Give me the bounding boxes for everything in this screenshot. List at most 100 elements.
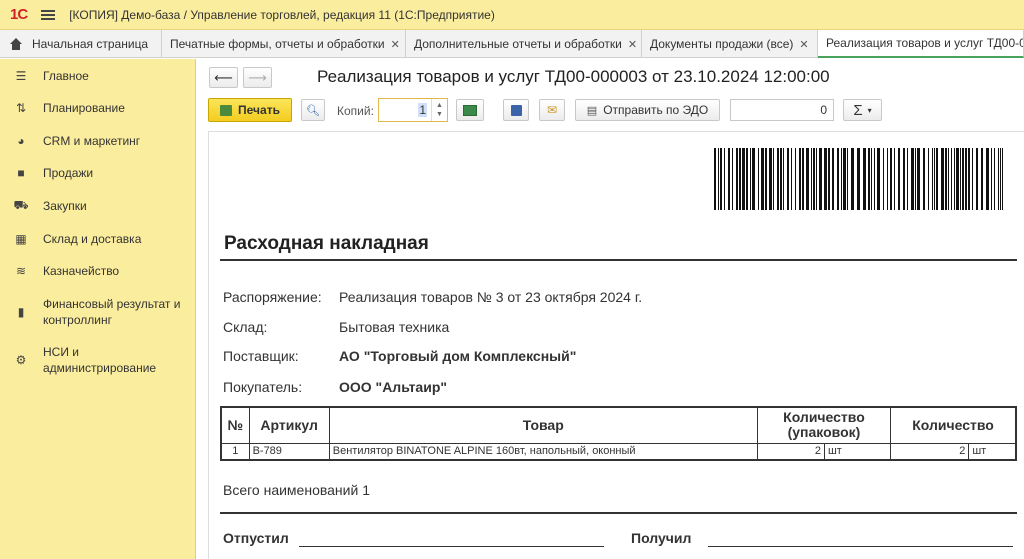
main-menu-icon[interactable] [41,9,56,20]
floppy-icon [510,104,522,116]
edit-button[interactable] [456,99,484,121]
sidebar-item-crm[interactable]: ◕ CRM и маркетинг [0,133,196,149]
cell-product: Вентилятор BINATONE ALPINE 160вт, наполь… [328,442,758,461]
cell-qty-packs: 2 [756,442,825,461]
barcode-bar [936,148,938,210]
sidebar-item-label: Закупки [43,199,87,213]
barcode-bar [863,148,866,210]
barcode-bar [911,148,914,210]
sidebar: ☰ Главное ⇅ Планирование ◕ CRM и маркети… [0,59,196,559]
barcode-bar [806,148,809,210]
sidebar-item-financial[interactable]: ▮ Финансовый результат и контроллинг [0,296,196,328]
sidebar-item-sales[interactable]: ■ Продажи [0,165,196,181]
magnifier-icon: 🔍︎ [306,104,320,117]
save-button[interactable] [503,99,529,121]
barcode-bar [934,148,935,210]
barcode-bar [813,148,815,210]
tab-print-forms[interactable]: Печатные формы, отчеты и обработки ✕ [162,30,406,58]
barcode-bar [718,148,719,210]
barcode-bar [761,148,764,210]
tab-label: Печатные формы, отчеты и обработки [170,37,385,51]
barcode-bar [894,148,895,210]
send-edo-button[interactable]: ▤ Отправить по ЭДО [575,99,720,121]
cell-article: B-789 [248,442,330,461]
barcode-bar [890,148,892,210]
sidebar-item-treasury[interactable]: ≋ Казначейство [0,263,196,279]
barcode-bar [843,148,846,210]
shopping-bag-icon: ■ [17,166,25,180]
cell-qty: 2 [890,442,970,461]
barcode-bar [928,148,929,210]
sidebar-item-main[interactable]: ☰ Главное [0,68,196,84]
barcode-bar [795,148,796,210]
received-label: Получил [631,530,692,546]
barcode-bar [777,148,779,210]
barcode-bar [874,148,875,210]
copies-value: 1 [418,103,427,117]
printer-icon [220,104,233,116]
close-icon[interactable]: ✕ [391,38,400,51]
tab-label: Реализация товаров и услуг ТД00-000003 о… [826,36,1023,50]
sum-button[interactable]: Σ ▾ [843,99,882,121]
sidebar-item-label: Планирование [43,101,125,115]
tab-sales-invoice[interactable]: Реализация товаров и услуг ТД00-000003 о… [818,30,1024,58]
sidebar-item-warehouse[interactable]: ▦ Склад и доставка [0,231,196,247]
preview-button[interactable]: 🔍︎ [301,99,325,121]
tab-sales-documents[interactable]: Документы продажи (все) ✕ [642,30,818,58]
barcode-bar [736,148,738,210]
barcode-bar [960,148,961,210]
barcode-bar [828,148,830,210]
warehouse-label: Склад: [223,319,268,335]
sidebar-item-admin[interactable]: ⚙ НСИ и администрирование [0,344,196,376]
barcode-bar [923,148,925,210]
released-signature-line [299,546,604,547]
document-preview[interactable]: Расходная накладная Распоряжение: Реализ… [208,131,1024,559]
tab-label: Начальная страница [32,37,149,51]
barcode-bar [887,148,888,210]
coins-icon: ≋ [15,264,27,278]
heading-divider [220,259,1017,261]
arrow-right-icon: ⟶ [248,69,267,85]
barcode-bar [907,148,908,210]
sidebar-item-planning[interactable]: ⇅ Планирование [0,100,196,116]
sidebar-item-label: Главное [43,69,89,83]
tab-additional-reports[interactable]: Дополнительные отчеты и обработки ✕ [406,30,642,58]
copies-spinner[interactable]: ▲ ▼ [431,99,447,121]
back-button[interactable]: ⟵ [209,67,238,88]
barcode-bar [991,148,992,210]
barcode-bar [883,148,884,210]
pie-chart-icon: ◕ [17,134,25,148]
barcode-bar [932,148,933,210]
column-header-qty: Количество [890,406,1017,444]
barcode-bar [765,148,767,210]
menu-icon: ☰ [15,69,27,83]
sidebar-item-purchases[interactable]: ⛟ Закупки [0,198,196,214]
order-value: Реализация товаров № 3 от 23 октября 202… [339,289,643,305]
tab-home[interactable]: Начальная страница [0,30,162,58]
print-button[interactable]: Печать [208,98,292,122]
barcode-image [714,148,1003,210]
forward-button[interactable]: ⟶ [243,67,272,88]
send-edo-label: Отправить по ЭДО [603,103,709,117]
email-button[interactable]: ✉ [539,99,565,121]
close-icon[interactable]: ✕ [799,38,808,51]
edo-icon: ▤ [586,104,598,117]
buyer-value: ООО "Альтаир" [339,379,448,395]
cell-qty-packs-unit: шт [823,442,892,461]
barcode-bar [847,148,848,210]
copies-label: Копий: [337,104,374,118]
sidebar-item-label: Финансовый результат и контроллинг [43,297,181,327]
cell-num: 1 [220,442,250,461]
title-bar: 1С [КОПИЯ] Демо-база / Управление торгов… [0,0,1024,30]
sum-field: 0 [730,99,834,121]
barcode-bar [714,148,716,210]
barcode-bar [811,148,812,210]
barcode-bar [945,148,947,210]
barcode-bar [851,148,854,210]
barcode-bar [739,148,741,210]
barcode-bar [956,148,959,210]
barcode-bar [998,148,999,210]
copies-input[interactable]: 1 ▲ ▼ [378,98,448,122]
barcode-bar [994,148,995,210]
close-icon[interactable]: ✕ [628,38,637,51]
